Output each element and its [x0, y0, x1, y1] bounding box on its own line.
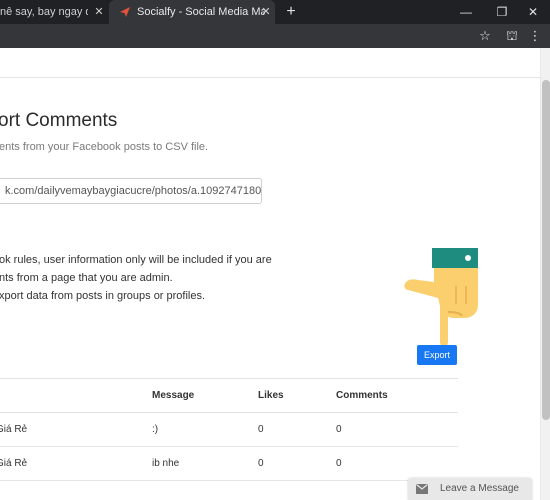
note-line: ok rules, user information only will be …	[0, 254, 272, 266]
column-header-likes: Likes	[258, 378, 336, 413]
divider	[0, 77, 540, 78]
menu-icon[interactable]: ⋮	[526, 27, 544, 45]
scrollbar[interactable]	[540, 48, 550, 500]
note-line: xport data from posts in groups or profi…	[0, 290, 206, 302]
table-cell: 0	[336, 446, 458, 481]
table-cell: 0	[258, 412, 336, 447]
new-tab-icon[interactable]: +	[282, 3, 300, 21]
page-subtitle: ents from your Facebook posts to CSV fil…	[0, 141, 209, 153]
envelope-icon	[416, 484, 428, 494]
tab-title: Socialfy - Social Media Marketing	[137, 6, 265, 18]
browser-toolbar: ☆ ⛫ ⋮	[0, 24, 550, 48]
page-title: ort Comments	[0, 110, 118, 131]
restore-icon[interactable]: ❐	[485, 0, 519, 24]
table-header-row: Message Likes Comments	[0, 378, 458, 413]
table-cell: 0	[258, 446, 336, 481]
leave-message-label: Leave a Message	[440, 483, 519, 494]
scroll-thumb[interactable]	[542, 80, 550, 420]
star-icon[interactable]: ☆	[476, 27, 494, 45]
tab-close-icon[interactable]: ✕	[92, 5, 106, 19]
close-window-icon[interactable]: ✕	[516, 0, 550, 24]
export-button[interactable]: Export	[417, 345, 457, 365]
comments-table: Message Likes Comments Giá Rẻ :) 0 0 Giá…	[0, 378, 458, 481]
table-cell: ib nhe	[152, 446, 258, 481]
tab-title: nê say, bay ngay quốc tế	[0, 6, 88, 18]
notes: ok rules, user information only will be …	[0, 251, 272, 305]
pointing-hand-icon	[404, 248, 478, 346]
table-row: Giá Rẻ ib nhe 0 0	[0, 446, 458, 481]
extension-icon[interactable]: ⛫	[503, 27, 521, 45]
leave-message-widget[interactable]: Leave a Message	[408, 478, 532, 500]
minimize-icon[interactable]: —	[449, 0, 483, 24]
post-url-input[interactable]	[0, 178, 262, 204]
socialfy-favicon-icon	[120, 7, 130, 17]
table-cell: Giá Rẻ	[0, 412, 152, 447]
table-cell: :)	[152, 412, 258, 447]
browser-tab-active[interactable]: Socialfy - Social Media Marketing ✕	[109, 0, 275, 24]
browser-tab-bar: nê say, bay ngay quốc tế ✕ Socialfy - So…	[0, 0, 550, 24]
table-cell: Giá Rẻ	[0, 446, 152, 481]
table-cell: 0	[336, 412, 458, 447]
tab-close-icon[interactable]: ✕	[259, 5, 273, 19]
browser-tab-1[interactable]: nê say, bay ngay quốc tế ✕	[0, 0, 107, 24]
page-content: ort Comments ents from your Facebook pos…	[0, 48, 550, 500]
note-line: nts from a page that you are admin.	[0, 272, 173, 284]
table-row: Giá Rẻ :) 0 0	[0, 412, 458, 447]
column-header	[0, 378, 152, 413]
column-header-message: Message	[152, 378, 258, 413]
column-header-comments: Comments	[336, 378, 458, 413]
